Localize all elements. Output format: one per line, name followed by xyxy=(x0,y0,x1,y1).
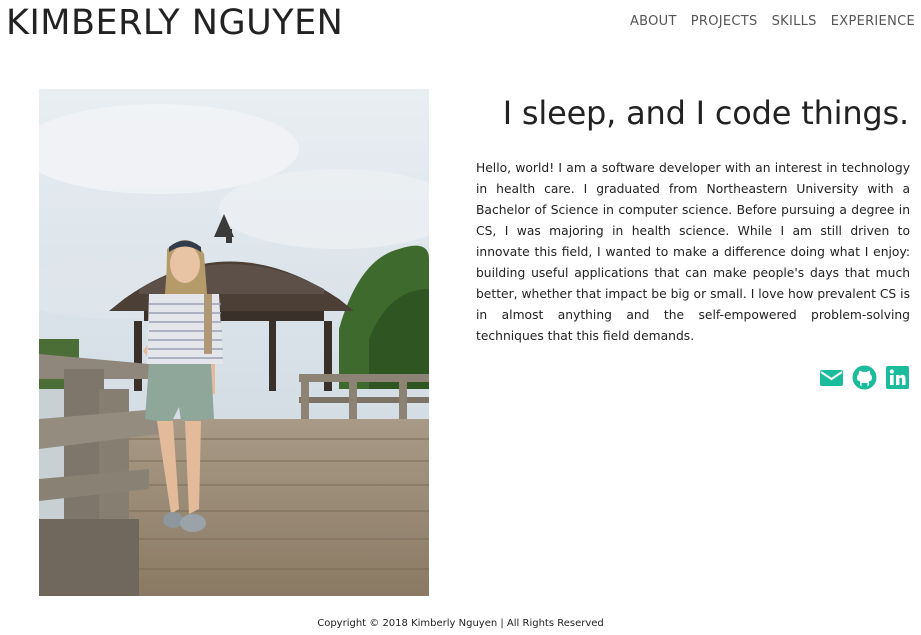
linkedin-icon[interactable] xyxy=(885,365,910,390)
nav-experience-link[interactable]: EXPERIENCE xyxy=(831,14,915,29)
page: KIMBERLY NGUYEN ABOUT PROJECTS SKILLS EX… xyxy=(0,0,921,635)
envelope-icon[interactable] xyxy=(819,365,844,390)
headline: I sleep, and I code things. xyxy=(502,94,909,132)
main-nav: ABOUT PROJECTS SKILLS EXPERIENCE xyxy=(630,14,915,29)
site-title[interactable]: KIMBERLY NGUYEN xyxy=(6,3,343,43)
social-links xyxy=(819,365,910,390)
footer-copyright: Copyright © 2018 Kimberly Nguyen | All R… xyxy=(317,618,604,629)
github-icon[interactable] xyxy=(852,365,877,390)
profile-photo xyxy=(39,89,429,596)
nav-skills-link[interactable]: SKILLS xyxy=(772,14,817,29)
bio-paragraph: Hello, world! I am a software developer … xyxy=(476,161,910,343)
nav-about-link[interactable]: ABOUT xyxy=(630,14,677,29)
nav-projects-link[interactable]: PROJECTS xyxy=(691,14,758,29)
